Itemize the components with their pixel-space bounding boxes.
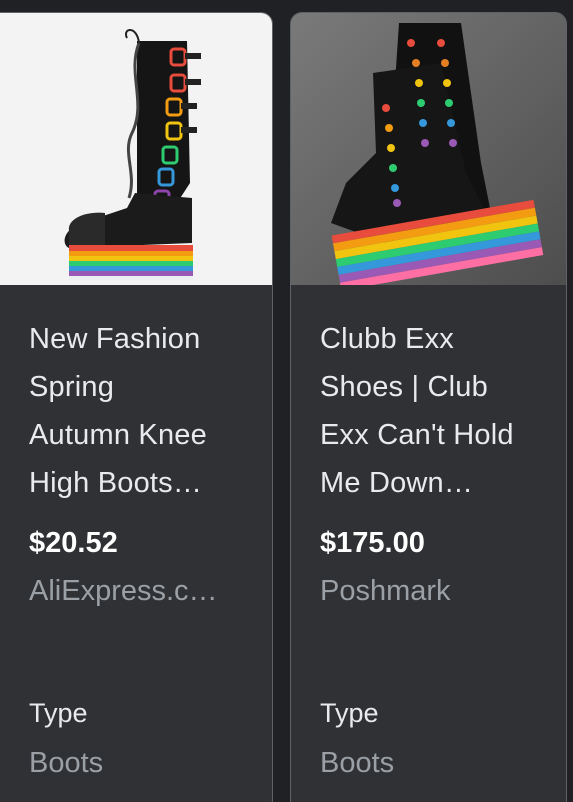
product-source: Poshmark bbox=[320, 575, 451, 607]
type-value: Boots bbox=[29, 747, 104, 779]
product-title[interactable]: New Fashion Spring Autumn Knee High Boot… bbox=[29, 315, 264, 507]
product-info: Clubb Exx Shoes | Club Exx Can't Hold Me… bbox=[291, 285, 566, 802]
type-value: Boots bbox=[320, 747, 395, 779]
product-price: $175.00 bbox=[320, 527, 425, 559]
type-label: Type bbox=[320, 698, 379, 728]
type-label: Type bbox=[29, 698, 88, 728]
product-card[interactable]: New Fashion Spring Autumn Knee High Boot… bbox=[0, 12, 273, 802]
knee-high-boot-icon bbox=[64, 29, 201, 280]
product-title[interactable]: Clubb Exx Shoes | Club Exx Can't Hold Me… bbox=[320, 315, 558, 507]
product-image[interactable] bbox=[0, 13, 272, 285]
shopping-results-grid: New Fashion Spring Autumn Knee High Boot… bbox=[0, 0, 573, 802]
product-price: $20.52 bbox=[29, 527, 118, 559]
product-source: AliExpress.c… bbox=[29, 575, 218, 607]
platform-boots-icon bbox=[291, 13, 566, 285]
product-info: New Fashion Spring Autumn Knee High Boot… bbox=[0, 285, 272, 802]
product-card[interactable]: Clubb Exx Shoes | Club Exx Can't Hold Me… bbox=[290, 12, 567, 802]
product-image[interactable] bbox=[291, 13, 566, 285]
